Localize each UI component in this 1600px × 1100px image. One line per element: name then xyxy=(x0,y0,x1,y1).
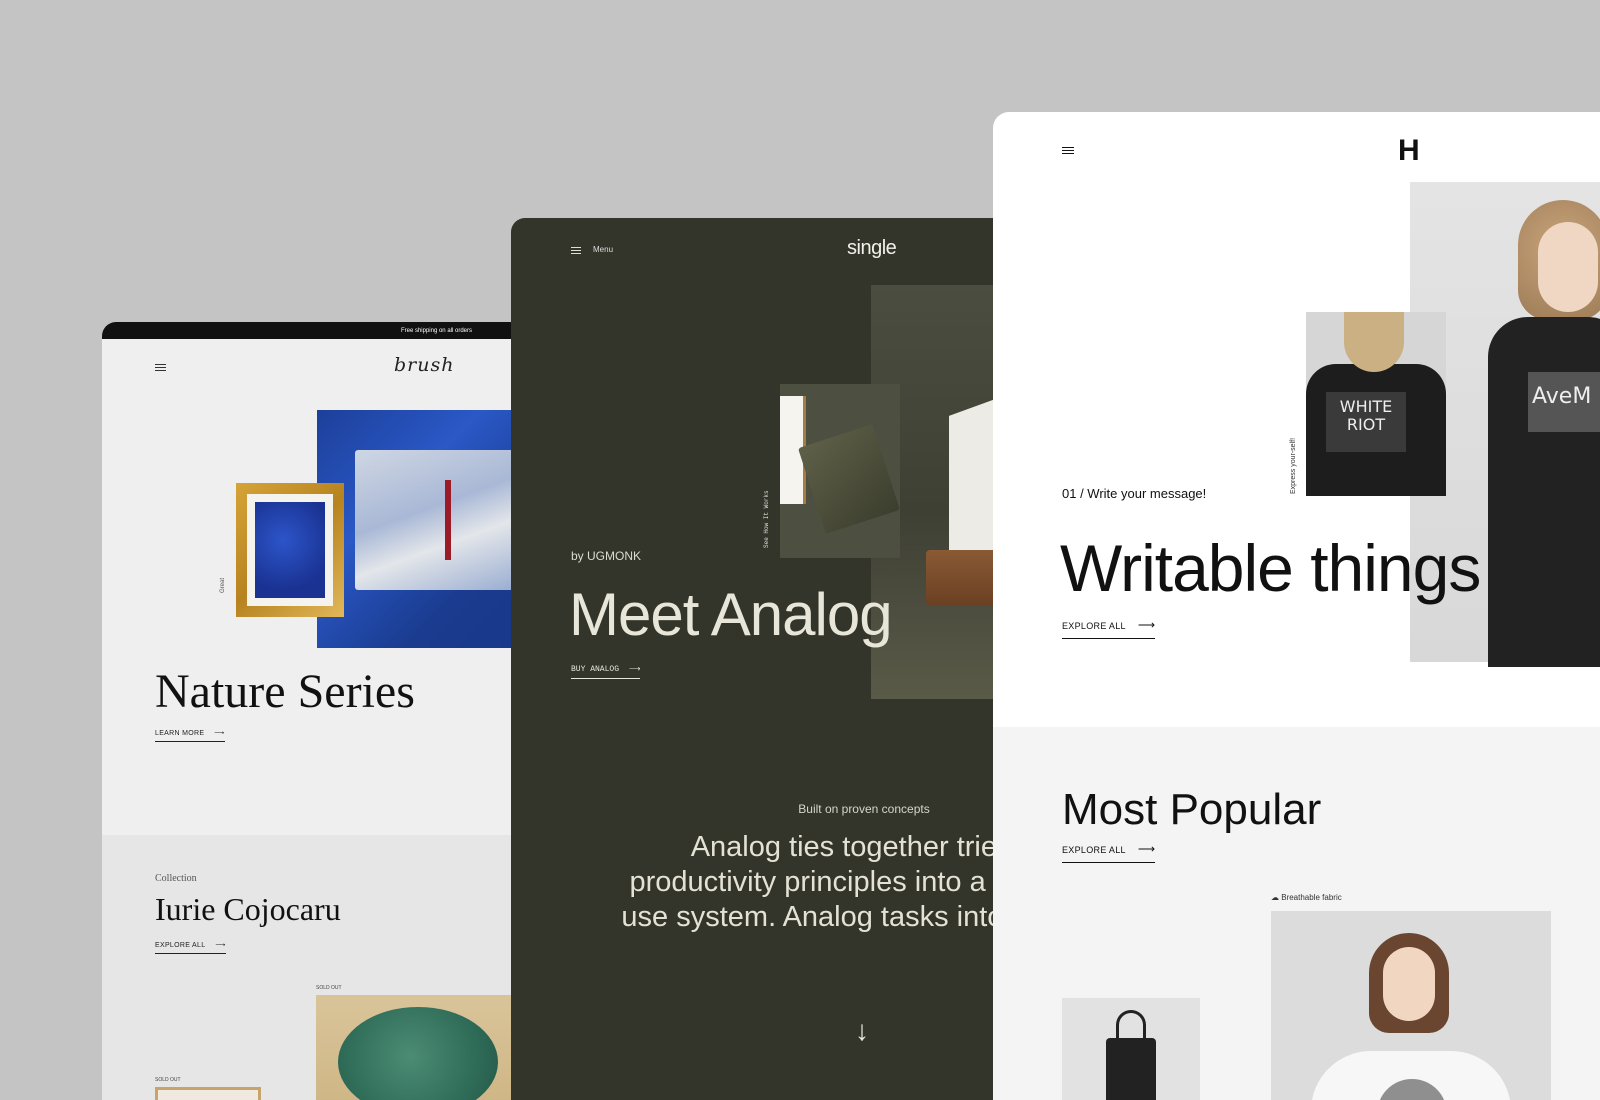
most-popular-section: Most Popular EXPLORE ALL ⟶ ☁ Breathable f… xyxy=(993,727,1600,1100)
model-tshirt-image: WHITE RIOT xyxy=(1306,312,1446,496)
framed-artwork-image[interactable] xyxy=(155,1087,261,1100)
woman-shirt-product-image[interactable] xyxy=(1271,911,1551,1100)
menu-icon[interactable] xyxy=(155,364,166,373)
byline: by UGMONK xyxy=(571,549,642,563)
artist-name: Iurie Cojocaru xyxy=(155,891,341,927)
vertical-label: Great xyxy=(220,577,226,593)
sold-out-badge: SOLD OUT xyxy=(155,1077,181,1083)
buy-analog-link[interactable]: BUY ANALOG ⟶ xyxy=(571,664,641,679)
menu-icon[interactable] xyxy=(571,247,581,256)
tree-painting-image[interactable] xyxy=(316,995,542,1100)
collection-kicker: Collection xyxy=(155,873,197,884)
see-how-label[interactable]: See How It Works xyxy=(763,490,770,548)
hero-title: Writable things xyxy=(1060,531,1481,605)
fabric-icon: ☁ xyxy=(1271,893,1282,902)
arrow-right-icon: ⟶ xyxy=(214,730,225,737)
menu-label[interactable]: Menu xyxy=(593,245,613,254)
explore-all-link[interactable]: EXPLORE ALL ⟶ xyxy=(1062,842,1156,863)
hero-kicker: 01 / Write your message! xyxy=(1062,486,1207,501)
arrow-right-icon: ⟶ xyxy=(215,942,226,949)
arrow-right-icon: ⟶ xyxy=(629,665,641,674)
intro-paragraph: Analog ties together tried a productivit… xyxy=(621,831,993,933)
menu-icon[interactable] xyxy=(1062,147,1074,156)
hero-title: Meet Analog xyxy=(569,581,893,648)
section-kicker: Built on proven concepts xyxy=(798,802,930,816)
arrow-right-icon: ⟶ xyxy=(1137,842,1156,856)
shipping-bar: Free shipping on all orders xyxy=(102,322,542,339)
single-theme-preview: Menu single See How It Works by UGMONK M… xyxy=(511,218,993,1100)
brush-theme-preview: Free shipping on all orders brush Great … xyxy=(102,322,542,1100)
writable-theme-preview: H AveM WHITE RIOT Express your-self! 01 … xyxy=(993,112,1600,1100)
shipping-bar-text: Free shipping on all orders xyxy=(400,327,472,334)
h-logo[interactable]: H xyxy=(1398,134,1420,168)
sold-out-badge: SOLD OUT xyxy=(316,985,342,991)
section-title: Most Popular xyxy=(1062,785,1322,834)
arrow-right-icon: ⟶ xyxy=(1137,618,1156,632)
card-box-photo-image xyxy=(780,384,900,558)
explore-all-link[interactable]: EXPLORE ALL ⟶ xyxy=(1062,618,1156,639)
tshirt-print-text: WHITE RIOT xyxy=(1326,392,1406,452)
hero-title: Nature Series xyxy=(155,665,415,718)
sweater-print-text: AveM xyxy=(1528,372,1600,432)
brush-logo[interactable]: brush xyxy=(394,354,454,376)
single-logo[interactable]: single xyxy=(847,237,897,260)
tote-bag-product-image[interactable] xyxy=(1062,998,1200,1100)
collection-section: Collection Iurie Cojocaru EXPLORE ALL ⟶ S… xyxy=(102,835,542,1100)
breathable-fabric-label: ☁ Breathable fabric xyxy=(1271,893,1342,902)
vertical-label: Express your-self! xyxy=(1290,437,1297,494)
explore-all-link[interactable]: EXPLORE ALL ⟶ xyxy=(155,941,226,954)
framed-painting-image xyxy=(236,483,344,617)
learn-more-link[interactable]: LEARN MORE ⟶ xyxy=(155,729,225,742)
arrow-down-icon[interactable]: ↓ xyxy=(855,1015,869,1047)
abstract-painting-image xyxy=(317,410,542,648)
